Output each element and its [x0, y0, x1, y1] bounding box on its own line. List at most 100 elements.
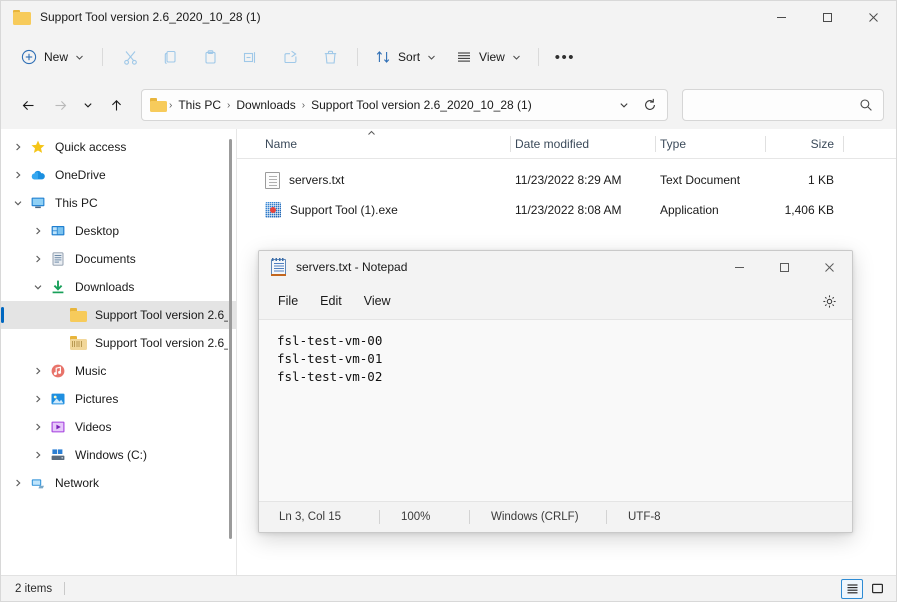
column-header-name[interactable]: Name: [261, 129, 511, 159]
back-button[interactable]: [13, 90, 43, 120]
sidebar-scrollbar[interactable]: [229, 139, 232, 539]
menu-item-view[interactable]: View: [353, 289, 402, 313]
more-options-button[interactable]: •••: [547, 41, 583, 73]
sidebar-item-music[interactable]: Music: [1, 357, 236, 385]
sidebar-item-support-tool-version-2-6-202[interactable]: Support Tool version 2.6_202: [1, 329, 236, 357]
sidebar-item-label: Network: [55, 476, 100, 490]
menu-item-file[interactable]: File: [267, 289, 309, 313]
sidebar-item-label: This PC: [55, 196, 98, 210]
chevron-right-icon[interactable]: [27, 422, 49, 432]
breadcrumb-item-current-folder[interactable]: Support Tool version 2.6_2020_10_28 (1): [307, 95, 536, 115]
breadcrumb-item-downloads[interactable]: Downloads: [232, 95, 299, 115]
sort-button[interactable]: Sort: [366, 41, 445, 73]
sidebar-item-pictures[interactable]: Pictures: [1, 385, 236, 413]
chevron-right-icon[interactable]: [27, 450, 49, 460]
sidebar-item-label: Windows (C:): [75, 448, 148, 462]
notepad-close-button[interactable]: [807, 251, 852, 283]
sidebar-item-documents[interactable]: Documents: [1, 245, 236, 273]
chevron-right-icon[interactable]: [7, 142, 29, 152]
notepad-maximize-button[interactable]: [762, 251, 807, 283]
monitor-icon: [29, 195, 47, 211]
menu-item-edit[interactable]: Edit: [309, 289, 353, 313]
sidebar-item-quick-access[interactable]: Quick access: [1, 133, 236, 161]
chevron-down-icon: [427, 53, 436, 62]
delete-button[interactable]: [311, 41, 349, 73]
plus-circle-icon: [21, 49, 37, 65]
zoom-level-label[interactable]: 100%: [379, 502, 469, 532]
sidebar-item-desktop[interactable]: Desktop: [1, 217, 236, 245]
column-headers: Name Date modified Type Size: [237, 129, 896, 159]
notepad-icon: [271, 257, 286, 276]
application-icon: [265, 202, 281, 218]
up-button[interactable]: [101, 90, 131, 120]
sidebar-item-network[interactable]: Network: [1, 469, 236, 497]
view-button[interactable]: View: [447, 41, 530, 73]
sidebar-item-support-tool-version-2-6-202[interactable]: Support Tool version 2.6_202: [1, 301, 236, 329]
desktop-icon: [49, 223, 67, 239]
file-name-label: servers.txt: [289, 173, 345, 187]
chevron-right-icon[interactable]: [27, 366, 49, 376]
table-row[interactable]: Support Tool (1).exe 11/23/2022 8:08 AM Ap…: [237, 195, 896, 225]
column-header-size[interactable]: Size: [766, 129, 844, 159]
sidebar-item-windows-c[interactable]: Windows (C:): [1, 441, 236, 469]
text-file-icon: [265, 171, 280, 189]
chevron-right-icon[interactable]: [27, 394, 49, 404]
maximize-button[interactable]: [804, 1, 850, 33]
notepad-menu-bar: File Edit View: [259, 283, 852, 319]
sidebar-item-onedrive[interactable]: OneDrive: [1, 161, 236, 189]
search-input[interactable]: [693, 98, 859, 112]
sort-ascending-icon: [261, 130, 511, 136]
sidebar-item-label: Desktop: [75, 224, 120, 238]
file-name-cell: Support Tool (1).exe: [261, 202, 511, 218]
share-button[interactable]: [271, 41, 309, 73]
notepad-minimize-button[interactable]: [717, 251, 762, 283]
search-box[interactable]: [682, 89, 884, 121]
chevron-right-icon[interactable]: [7, 170, 29, 180]
chevron-right-icon[interactable]: [27, 226, 49, 236]
rename-button[interactable]: [231, 41, 269, 73]
table-row[interactable]: servers.txt 11/23/2022 8:29 AM Text Docume…: [237, 165, 896, 195]
copy-button[interactable]: [151, 41, 189, 73]
sidebar-item-downloads[interactable]: Downloads: [1, 273, 236, 301]
sidebar-item-this-pc[interactable]: This PC: [1, 189, 236, 217]
forward-button[interactable]: [45, 90, 75, 120]
new-button[interactable]: New: [13, 41, 94, 73]
large-icons-view-button[interactable]: [866, 579, 888, 599]
line-ending-label[interactable]: Windows (CRLF): [469, 502, 606, 532]
close-button[interactable]: [850, 1, 896, 33]
details-view-button[interactable]: [841, 578, 863, 599]
cloud-icon: [29, 167, 47, 183]
sidebar-item-label: Documents: [75, 252, 136, 266]
trash-icon: [324, 50, 336, 64]
sidebar-item-label: Pictures: [75, 392, 119, 406]
file-size-cell: 1,406 KB: [784, 203, 834, 217]
notepad-status-bar: Ln 3, Col 15 100% Windows (CRLF) UTF-8: [259, 502, 852, 532]
chevron-right-icon[interactable]: [7, 478, 29, 488]
sidebar-item-videos[interactable]: Videos: [1, 413, 236, 441]
breadcrumb[interactable]: › This PC › Downloads › Support Tool ver…: [141, 89, 668, 121]
paste-button[interactable]: [191, 41, 229, 73]
notepad-text-area[interactable]: fsl-test-vm-00 fsl-test-vm-01 fsl-test-v…: [259, 319, 852, 502]
notepad-window: servers.txt - Notepad File Edit View fsl…: [258, 250, 853, 533]
notepad-title: servers.txt - Notepad: [296, 260, 408, 274]
chevron-right-icon[interactable]: [27, 254, 49, 264]
recent-locations-button[interactable]: [77, 90, 99, 120]
encoding-label[interactable]: UTF-8: [606, 502, 661, 532]
breadcrumb-item-this-pc[interactable]: This PC: [174, 95, 225, 115]
folder-tree: Quick access OneDrive This PC Desktop Docume…: [1, 129, 236, 497]
cut-button[interactable]: [111, 41, 149, 73]
sidebar-item-label: OneDrive: [55, 168, 106, 182]
column-header-type[interactable]: Type: [656, 129, 766, 159]
view-toggle-group: [841, 578, 888, 599]
toolbar-separator: [102, 48, 104, 66]
copy-icon: [164, 50, 176, 64]
chevron-down-icon[interactable]: [27, 282, 49, 292]
breadcrumb-dropdown-button[interactable]: [611, 92, 637, 118]
folder-icon: [150, 98, 167, 112]
column-header-date-modified[interactable]: Date modified: [511, 129, 656, 159]
chevron-down-icon[interactable]: [7, 198, 29, 208]
gear-icon[interactable]: [814, 288, 844, 314]
minimize-button[interactable]: [758, 1, 804, 33]
refresh-button[interactable]: [637, 92, 663, 118]
sidebar-item-label: Support Tool version 2.6_202: [95, 336, 228, 350]
